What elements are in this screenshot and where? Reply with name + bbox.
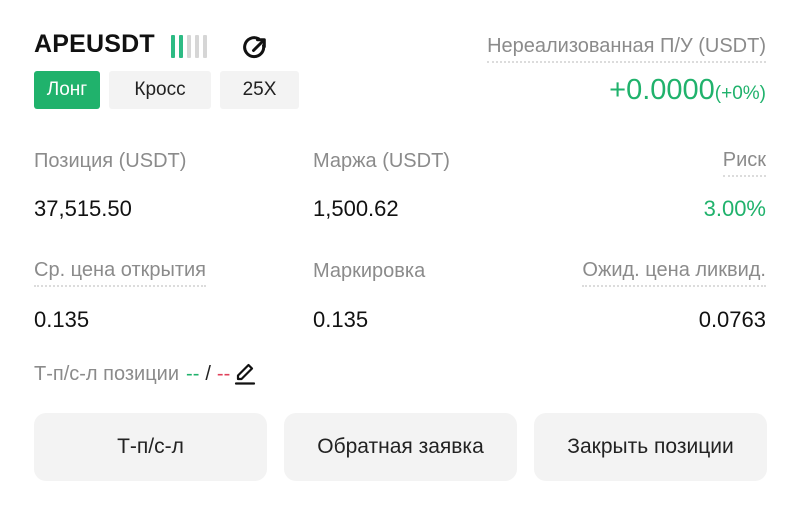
pnl-amount: +0.0000 [609,74,715,106]
position-value: 37,515.50 [34,196,132,221]
position-tpsl-label: Т-п/с-л позиции [34,362,180,385]
reverse-order-button[interactable]: Обратная заявка [284,413,517,481]
pnl-percent: (+0%) [714,83,766,104]
avg-entry-price-value: 0.135 [34,307,90,332]
leverage-badge[interactable]: 25X [220,71,299,109]
risk-value: 3.00% [703,196,766,221]
position-tpsl-row: Т-п/с-л позиции -- / -- [34,362,257,386]
pencil-icon[interactable] [233,362,257,386]
leverage-bar [171,35,175,58]
est-liquidation-price-value: 0.0763 [698,307,766,332]
symbol-title[interactable]: APEUSDT [34,30,155,59]
tpsl-separator: / [205,362,211,385]
leverage-bar [195,35,199,58]
margin-label: Маржа (USDT) [313,150,450,172]
mark-price-value: 0.135 [313,307,369,332]
position-label: Позиция (USDT) [34,150,187,172]
est-liquidation-price-label[interactable]: Ожид. цена ликвид. [582,259,766,287]
leverage-bar [179,35,183,58]
take-profit-value: -- [186,362,200,385]
leverage-bars-icon [171,35,207,58]
unrealized-pnl-value: +0.0000(+0%) [609,74,766,107]
tpsl-button[interactable]: Т-п/с-л [34,413,267,481]
margin-mode-badge[interactable]: Кросс [109,71,211,109]
share-arrow-icon[interactable] [241,33,271,63]
leverage-bar [203,35,207,58]
close-positions-button[interactable]: Закрыть позиции [534,413,767,481]
leverage-bar [187,35,191,58]
stop-loss-value: -- [216,362,231,385]
risk-label[interactable]: Риск [722,149,766,177]
mark-price-label: Маркировка [313,260,426,282]
margin-value: 1,500.62 [313,196,399,221]
unrealized-pnl-label[interactable]: Нереализованная П/У (USDT) [487,35,766,63]
avg-entry-price-label[interactable]: Ср. цена открытия [34,259,207,287]
side-badge: Лонг [34,71,100,109]
